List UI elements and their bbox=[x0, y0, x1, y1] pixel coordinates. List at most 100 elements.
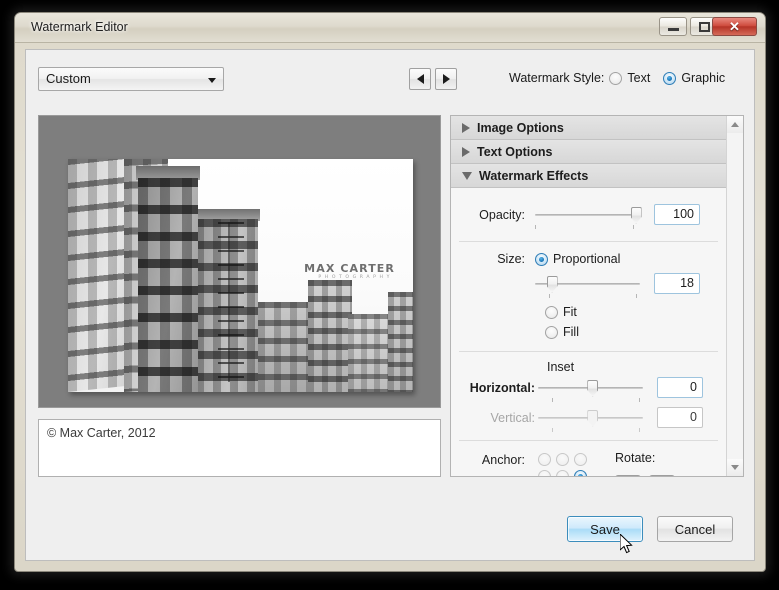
opacity-row: Opacity: 100 bbox=[451, 188, 726, 231]
section-image-options[interactable]: Image Options bbox=[451, 116, 726, 140]
photo-fire-escape bbox=[218, 222, 244, 382]
chevron-down-icon bbox=[208, 78, 216, 83]
scroll-down-button[interactable] bbox=[727, 459, 743, 476]
slider-ticks bbox=[535, 224, 640, 230]
section-image-options-label: Image Options bbox=[477, 120, 564, 135]
triangle-left-icon bbox=[416, 74, 424, 84]
radio-style-text[interactable] bbox=[609, 71, 623, 85]
photo-building bbox=[388, 292, 413, 392]
size-slider[interactable] bbox=[535, 275, 640, 298]
opacity-label: Opacity: bbox=[479, 207, 525, 222]
inset-title-row: Inset bbox=[451, 352, 726, 374]
options-scroll-content: Image Options Text Options Watermark Eff… bbox=[451, 116, 726, 476]
photo-building bbox=[258, 302, 314, 392]
close-icon: ✕ bbox=[729, 19, 740, 34]
watermark-sub-text: PHOTOGRAPHY bbox=[318, 275, 393, 280]
photo-building bbox=[68, 159, 130, 392]
section-text-options-label: Text Options bbox=[477, 144, 553, 159]
photo-building bbox=[308, 280, 352, 392]
caption-input[interactable]: © Max Carter, 2012 bbox=[38, 419, 441, 477]
radio-style-graphic-label[interactable]: Graphic bbox=[681, 71, 725, 85]
inset-horizontal-label: Horizontal: bbox=[469, 380, 535, 395]
cancel-button[interactable]: Cancel bbox=[657, 516, 733, 542]
close-button[interactable]: ✕ bbox=[712, 17, 757, 36]
size-slider-row: 18 bbox=[451, 266, 726, 298]
radio-size-proportional[interactable] bbox=[535, 252, 548, 266]
rotate-label: Rotate: bbox=[615, 451, 656, 465]
slider-track bbox=[535, 213, 640, 216]
anchor-cell-middle-right[interactable] bbox=[573, 470, 587, 476]
watermark-style-label: Watermark Style: bbox=[509, 71, 605, 85]
inset-horizontal-slider[interactable] bbox=[538, 379, 643, 402]
opacity-value-input[interactable]: 100 bbox=[654, 204, 700, 225]
watermark-main-text: MAX CARTER bbox=[304, 262, 395, 275]
radio-size-proportional-label[interactable]: Proportional bbox=[553, 252, 620, 266]
anchor-cell-top-center[interactable] bbox=[555, 453, 569, 466]
slider-ticks bbox=[538, 397, 643, 403]
rotate-clockwise-button[interactable]: ➥ bbox=[615, 475, 641, 476]
next-watermark-button[interactable] bbox=[435, 68, 457, 90]
rotate-group: Rotate: ➥ ↵ bbox=[615, 451, 675, 476]
anchor-label: Anchor: bbox=[481, 453, 525, 467]
preset-value: Custom bbox=[46, 71, 91, 86]
slider-ticks bbox=[535, 293, 640, 299]
slider-thumb[interactable] bbox=[630, 206, 642, 224]
anchor-rotate-row: Anchor: Rotate: bbox=[451, 441, 726, 476]
section-watermark-effects[interactable]: Watermark Effects bbox=[451, 164, 726, 188]
minimize-button[interactable] bbox=[659, 17, 687, 36]
section-watermark-effects-label: Watermark Effects bbox=[479, 168, 589, 183]
minimize-icon bbox=[660, 18, 686, 35]
slider-thumb[interactable] bbox=[587, 379, 599, 397]
triangle-right-icon bbox=[442, 74, 450, 84]
size-value-input[interactable]: 18 bbox=[654, 273, 700, 294]
triangle-up-icon bbox=[731, 122, 739, 127]
chevron-right-icon bbox=[462, 122, 470, 133]
window-title: Watermark Editor bbox=[31, 20, 128, 34]
watermark-editor-window: Watermark Editor ✕ Custom Watermark Styl… bbox=[14, 12, 766, 572]
options-panel: Image Options Text Options Watermark Eff… bbox=[450, 115, 744, 477]
slider-thumb[interactable] bbox=[546, 275, 558, 293]
radio-size-fit-label[interactable]: Fit bbox=[563, 305, 577, 319]
size-mode-proportional-row: Size: Proportional bbox=[451, 242, 726, 266]
size-mode-fill-row: Fill bbox=[451, 319, 726, 339]
opacity-slider[interactable] bbox=[535, 206, 642, 229]
photo-watermark: MAX CARTER PHOTOGRAPHY bbox=[304, 263, 395, 281]
cancel-button-label: Cancel bbox=[674, 521, 716, 537]
scroll-up-button[interactable] bbox=[727, 116, 743, 133]
anchor-cell-middle-left[interactable] bbox=[537, 470, 551, 476]
chevron-right-icon bbox=[462, 146, 470, 157]
inset-vertical-value-input[interactable]: 0 bbox=[657, 407, 703, 428]
radio-style-graphic[interactable] bbox=[663, 71, 677, 85]
anchor-cell-top-left[interactable] bbox=[537, 453, 551, 466]
previous-watermark-button[interactable] bbox=[409, 68, 431, 90]
section-text-options[interactable]: Text Options bbox=[451, 140, 726, 164]
inset-vertical-label: Vertical: bbox=[490, 410, 535, 425]
radio-size-fit[interactable] bbox=[545, 305, 558, 319]
inset-horizontal-row: Horizontal: 0 bbox=[451, 374, 726, 402]
mouse-cursor bbox=[620, 534, 633, 554]
slider-thumb[interactable] bbox=[587, 409, 599, 427]
radio-size-fill-label[interactable]: Fill bbox=[563, 325, 579, 339]
preview-photo: MAX CARTER PHOTOGRAPHY bbox=[68, 159, 413, 392]
triangle-down-icon bbox=[731, 465, 739, 470]
inset-horizontal-value-input[interactable]: 0 bbox=[657, 377, 703, 398]
preview-pane[interactable]: MAX CARTER PHOTOGRAPHY bbox=[38, 115, 441, 408]
inset-title: Inset bbox=[547, 360, 575, 374]
preset-dropdown[interactable]: Custom bbox=[38, 67, 224, 91]
title-bar: Watermark Editor ✕ bbox=[15, 13, 765, 43]
options-scrollbar[interactable] bbox=[726, 116, 743, 476]
anchor-cell-middle-center[interactable] bbox=[555, 470, 569, 476]
radio-style-text-label[interactable]: Text bbox=[627, 71, 650, 85]
anchor-cell-top-right[interactable] bbox=[573, 453, 587, 466]
rotate-counterclockwise-button[interactable]: ↵ bbox=[649, 475, 675, 476]
anchor-grid[interactable] bbox=[535, 451, 589, 476]
chevron-down-icon bbox=[462, 171, 472, 180]
dialog-client-area: Custom Watermark Style: Text Graphic MAX… bbox=[25, 49, 755, 561]
photo-building bbox=[138, 178, 198, 392]
inset-vertical-slider[interactable] bbox=[538, 409, 643, 432]
inset-vertical-row: Vertical: 0 bbox=[451, 398, 726, 432]
radio-size-fill[interactable] bbox=[545, 325, 558, 339]
size-label: Size: bbox=[497, 252, 525, 266]
slider-ticks bbox=[538, 427, 643, 433]
watermark-effects-body: Opacity: 100 Size: Proportional 18 Fit F… bbox=[451, 188, 726, 476]
